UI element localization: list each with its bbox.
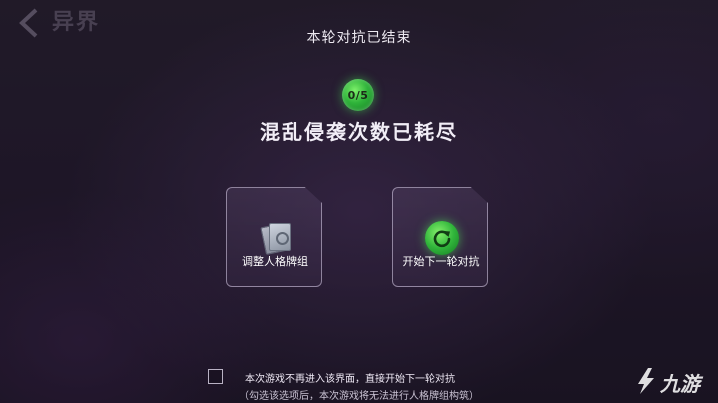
watermark-logo-icon bbox=[638, 368, 654, 394]
skip-option-note: （勾选该选项后，本次游戏将无法进行人格牌组构筑） bbox=[239, 391, 479, 402]
card-deck-icon bbox=[259, 221, 293, 255]
status-message: 混乱侵袭次数已耗尽 bbox=[260, 120, 458, 144]
next-round-button[interactable]: 开始下一轮对抗 bbox=[392, 187, 488, 287]
skip-option-label: 本次游戏不再进入该界面，直接开始下一轮对抗 bbox=[245, 374, 455, 385]
skip-checkbox[interactable] bbox=[208, 369, 223, 384]
watermark-text: 九游 bbox=[660, 372, 700, 396]
invasion-counter-badge: 0/5 bbox=[342, 79, 374, 111]
round-title: 本轮对抗已结束 bbox=[306, 30, 412, 46]
dim-overlay bbox=[0, 0, 718, 403]
next-round-label: 开始下一轮对抗 bbox=[402, 255, 480, 268]
invasion-counter-value: 0/5 bbox=[347, 88, 369, 102]
refresh-icon bbox=[425, 221, 459, 255]
adjust-deck-button[interactable]: 调整人格牌组 bbox=[226, 187, 322, 287]
adjust-deck-label: 调整人格牌组 bbox=[242, 255, 308, 268]
watermark: 九游 bbox=[634, 364, 714, 398]
skip-option-row: 本次游戏不再进入该界面，直接开始下一轮对抗 bbox=[208, 369, 508, 385]
game-screen: 异界 本轮对抗已结束 0/5 混乱侵袭次数已耗尽 调整人格牌组 开始下一轮对抗 … bbox=[0, 0, 718, 403]
